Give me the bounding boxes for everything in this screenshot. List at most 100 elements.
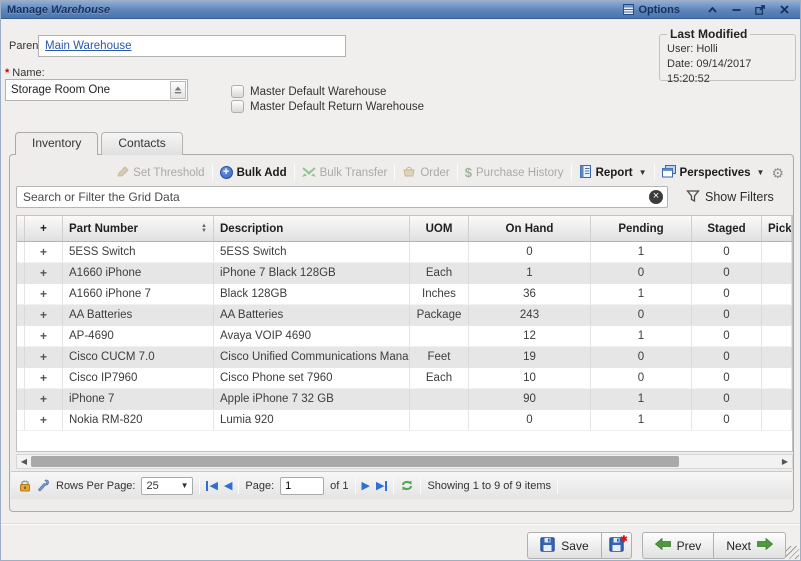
cell-picked-up	[762, 347, 792, 367]
perspectives-menu-button[interactable]: Perspectives ▼	[662, 165, 765, 181]
last-modified-panel: Last Modified User: Holli Date: 09/14/20…	[659, 27, 796, 81]
master-default-warehouse-checkbox[interactable]	[231, 85, 244, 98]
table-row[interactable]: +Nokia RM-820Lumia 920010	[17, 410, 792, 431]
save-button[interactable]: Save	[527, 532, 601, 559]
close-icon[interactable]	[778, 4, 790, 16]
chevron-down-icon: ▼	[757, 168, 765, 177]
order-button[interactable]: Order	[402, 165, 449, 180]
row-expander-icon[interactable]: +	[25, 410, 63, 430]
sort-icon[interactable]: ▲▼	[195, 224, 207, 234]
scrollbar-thumb[interactable]	[31, 456, 679, 467]
row-expander-icon[interactable]: +	[25, 305, 63, 325]
prev-button[interactable]: Prev	[642, 532, 715, 559]
refresh-icon[interactable]	[400, 479, 414, 492]
last-modified-legend: Last Modified	[667, 27, 750, 41]
row-expander-icon[interactable]: +	[25, 284, 63, 304]
wrench-icon[interactable]	[37, 479, 50, 492]
scroll-right-icon[interactable]: ▶	[778, 457, 792, 466]
row-expander-icon[interactable]: +	[25, 347, 63, 367]
column-header-on-hand[interactable]: On Hand	[469, 216, 591, 241]
cell-picked-up	[762, 242, 792, 262]
table-row[interactable]: +A1660 iPhone 7Black 128GBInches3610	[17, 284, 792, 305]
master-default-return-warehouse-checkbox[interactable]	[231, 100, 244, 113]
purchase-history-button[interactable]: $ Purchase History	[465, 166, 564, 179]
cell-picked-up	[762, 263, 792, 283]
table-row[interactable]: +AA BatteriesAA BatteriesPackage24300	[17, 305, 792, 326]
parent-warehouse-link[interactable]: Main Warehouse	[45, 40, 132, 52]
row-expander-icon[interactable]: +	[25, 242, 63, 262]
cell-description: AA Batteries	[214, 305, 410, 325]
cell-pending: 0	[591, 347, 692, 367]
grid-toolbar: Set Threshold + Bulk Add Bulk Transfer O…	[15, 160, 788, 185]
table-row[interactable]: +5ESS Switch5ESS Switch010	[17, 242, 792, 263]
scroll-left-icon[interactable]: ◀	[17, 457, 31, 466]
collapse-icon[interactable]	[706, 4, 718, 16]
table-row[interactable]: +iPhone 7Apple iPhone 7 32 GB9010	[17, 389, 792, 410]
options-menu-button[interactable]: Options	[623, 4, 680, 16]
first-page-icon[interactable]: ◀	[206, 479, 217, 492]
popout-icon[interactable]	[754, 4, 766, 16]
lock-icon[interactable]	[19, 479, 31, 492]
cell-pending: 1	[591, 326, 692, 346]
horizontal-scrollbar[interactable]: ◀ ▶	[16, 454, 793, 469]
table-row[interactable]: +Cisco IP7960Cisco Phone set 7960Each100…	[17, 368, 792, 389]
inventory-tab-panel: Set Threshold + Bulk Add Bulk Transfer O…	[9, 154, 794, 512]
grid-header-row: + Part Number ▲▼ Description UOM On Hand…	[17, 216, 792, 242]
row-expander-icon[interactable]: +	[25, 368, 63, 388]
table-row[interactable]: +Cisco CUCM 7.0Cisco Unified Communicati…	[17, 347, 792, 368]
column-header-uom[interactable]: UOM	[410, 216, 469, 241]
report-menu-button[interactable]: Report ▼	[579, 165, 647, 181]
master-default-return-warehouse-row: Master Default Return Warehouse	[231, 100, 424, 113]
name-picker-icon[interactable]	[170, 81, 186, 99]
show-filters-button[interactable]: Show Filters	[686, 189, 774, 206]
gear-icon[interactable]: ⚙	[771, 166, 784, 180]
cell-part-number: Cisco IP7960	[63, 368, 214, 388]
parent-field: Main Warehouse	[38, 35, 346, 57]
resize-grip[interactable]	[786, 546, 799, 559]
row-expander-icon[interactable]: +	[25, 263, 63, 283]
name-input[interactable]	[6, 84, 170, 96]
column-header-picked-up[interactable]: Picked Up	[762, 216, 792, 241]
table-row[interactable]: +A1660 iPhoneiPhone 7 Black 128GBEach100	[17, 263, 792, 284]
rows-per-page-select[interactable]: 25▼	[141, 477, 193, 495]
column-header-description[interactable]: Description	[214, 216, 410, 241]
row-gutter	[17, 284, 25, 304]
row-expander-icon[interactable]: +	[25, 389, 63, 409]
grid-filter-row: × Show Filters	[16, 186, 787, 208]
tab-contacts[interactable]: Contacts	[101, 132, 182, 155]
minimize-icon[interactable]	[730, 4, 742, 16]
cell-part-number: A1660 iPhone 7	[63, 284, 214, 304]
cell-picked-up	[762, 284, 792, 304]
name-field-wrap	[5, 79, 188, 101]
search-input[interactable]	[23, 190, 649, 204]
bulk-add-button[interactable]: + Bulk Add	[220, 166, 287, 179]
clear-search-icon[interactable]: ×	[649, 190, 663, 204]
last-page-icon[interactable]: ▶	[376, 479, 387, 492]
scrollbar-track[interactable]	[31, 455, 778, 468]
cell-pending: 1	[591, 410, 692, 430]
table-row[interactable]: +AP-4690Avaya VOIP 46901210	[17, 326, 792, 347]
set-threshold-button[interactable]: Set Threshold	[116, 165, 204, 181]
column-header-pending[interactable]: Pending	[591, 216, 692, 241]
column-header-part-number[interactable]: Part Number ▲▼	[63, 216, 214, 241]
next-page-icon[interactable]: ▶	[362, 479, 370, 492]
cell-on-hand: 90	[469, 389, 591, 409]
tab-inventory[interactable]: Inventory	[15, 132, 98, 155]
page-label: Page:	[245, 480, 274, 492]
cell-part-number: AA Batteries	[63, 305, 214, 325]
cell-description: Avaya VOIP 4690	[214, 326, 410, 346]
row-gutter	[17, 242, 25, 262]
row-expander-icon[interactable]: +	[25, 326, 63, 346]
prev-next-button-group: Prev Next	[642, 532, 786, 559]
column-header-staged[interactable]: Staged	[692, 216, 762, 241]
next-button[interactable]: Next	[714, 532, 786, 559]
save-and-close-button[interactable]: ✱	[602, 532, 632, 559]
page-number-input[interactable]	[280, 477, 324, 495]
cell-uom: Inches	[410, 284, 469, 304]
cell-part-number: AP-4690	[63, 326, 214, 346]
cell-picked-up	[762, 326, 792, 346]
prev-page-icon[interactable]: ◀	[224, 479, 232, 492]
bulk-transfer-button[interactable]: Bulk Transfer	[302, 165, 388, 180]
cell-staged: 0	[692, 284, 762, 304]
cell-description: 5ESS Switch	[214, 242, 410, 262]
